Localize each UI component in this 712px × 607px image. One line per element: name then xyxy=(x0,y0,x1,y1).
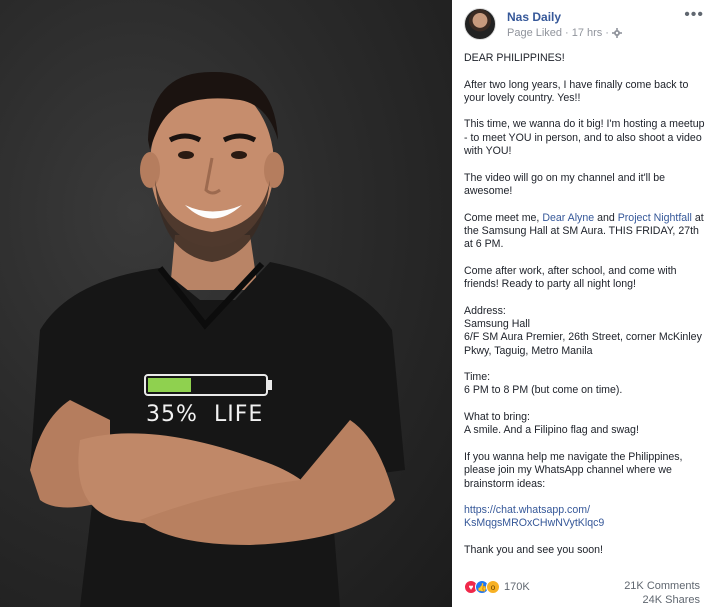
post-meta: Page Liked · 17 hrs · xyxy=(507,27,622,39)
time-label: Time: xyxy=(464,371,491,384)
shares-count[interactable]: 24K Shares xyxy=(643,594,700,606)
address-label: Address: xyxy=(464,304,506,317)
post-paragraph: The video will go on my channel and it'l… xyxy=(464,171,666,197)
time-block: Time: 6 PM to 8 PM (but come on time). xyxy=(464,371,708,398)
gear-icon[interactable] xyxy=(611,28,622,38)
meta-separator: · xyxy=(605,27,609,39)
post-paragraph: Thank you and see you soon! xyxy=(464,543,603,556)
address-line: 6/F SM Aura Premier, 26th Street, corner… xyxy=(464,331,702,357)
post-footer: ♥ 👍 o 170K 21K Comments 24K Shares xyxy=(464,578,700,606)
post-paragraph: After two long years, I have finally com… xyxy=(464,78,689,104)
post-photo[interactable]: 35% LIFE xyxy=(0,0,452,607)
post-paragraph: Come after work, after school, and come … xyxy=(464,264,677,291)
post-panel: Nas Daily Page Liked · 17 hrs · ••• DEAR… xyxy=(452,0,712,607)
wow-icon: o xyxy=(486,580,500,594)
more-options-button[interactable]: ••• xyxy=(684,7,704,23)
post-header: Nas Daily Page Liked · 17 hrs · ••• xyxy=(464,7,704,40)
address-line: Samsung Hall xyxy=(464,317,530,330)
post-time[interactable]: 17 hrs xyxy=(572,27,603,39)
address-block: Address: Samsung Hall 6/F SM Aura Premie… xyxy=(464,305,708,358)
post-body: DEAR PHILIPPINES! After two long years, … xyxy=(464,52,708,571)
meta-separator: · xyxy=(565,27,569,39)
post-paragraph: If you wanna help me navigate the Philip… xyxy=(464,450,683,490)
portrait-illustration xyxy=(30,71,405,607)
bring-value: A smile. And a Filipino flag and swag! xyxy=(464,424,639,437)
shirt-life-text: LIFE xyxy=(214,402,264,427)
post-paragraph: This time, we wanna do it big! I'm hosti… xyxy=(464,118,705,158)
bring-label: What to bring: xyxy=(464,411,530,424)
bring-block: What to bring: A smile. And a Filipino f… xyxy=(464,411,708,438)
tag-link-project-nightfall[interactable]: Project Nightfall xyxy=(618,212,692,224)
time-value: 6 PM to 8 PM (but come on time). xyxy=(464,384,623,397)
tag-link-dear-alyne[interactable]: Dear Alyne xyxy=(542,212,594,224)
reactions-summary[interactable]: ♥ 👍 o 170K xyxy=(464,580,530,594)
whatsapp-link-part[interactable]: https://chat.whatsapp.com/ xyxy=(464,504,708,517)
post-text: Come meet me, xyxy=(464,211,543,224)
whatsapp-link[interactable]: https://chat.whatsapp.com/ KsMqgsMROxCHw… xyxy=(464,504,708,531)
page-liked-status[interactable]: Page Liked xyxy=(507,27,562,39)
comments-count[interactable]: 21K Comments xyxy=(624,580,700,592)
reaction-count[interactable]: 170K xyxy=(504,581,530,593)
author-name[interactable]: Nas Daily xyxy=(507,10,561,24)
avatar[interactable] xyxy=(464,8,496,40)
post-text: and xyxy=(594,211,618,224)
post-paragraph: Come meet me, Dear Alyne and Project Nig… xyxy=(464,212,708,252)
shirt-percent-text: 35% xyxy=(146,402,198,427)
post-paragraph: DEAR PHILIPPINES! xyxy=(464,52,565,64)
whatsapp-link-part[interactable]: KsMqgsMROxCHwNVytKlqc9 xyxy=(464,517,708,530)
